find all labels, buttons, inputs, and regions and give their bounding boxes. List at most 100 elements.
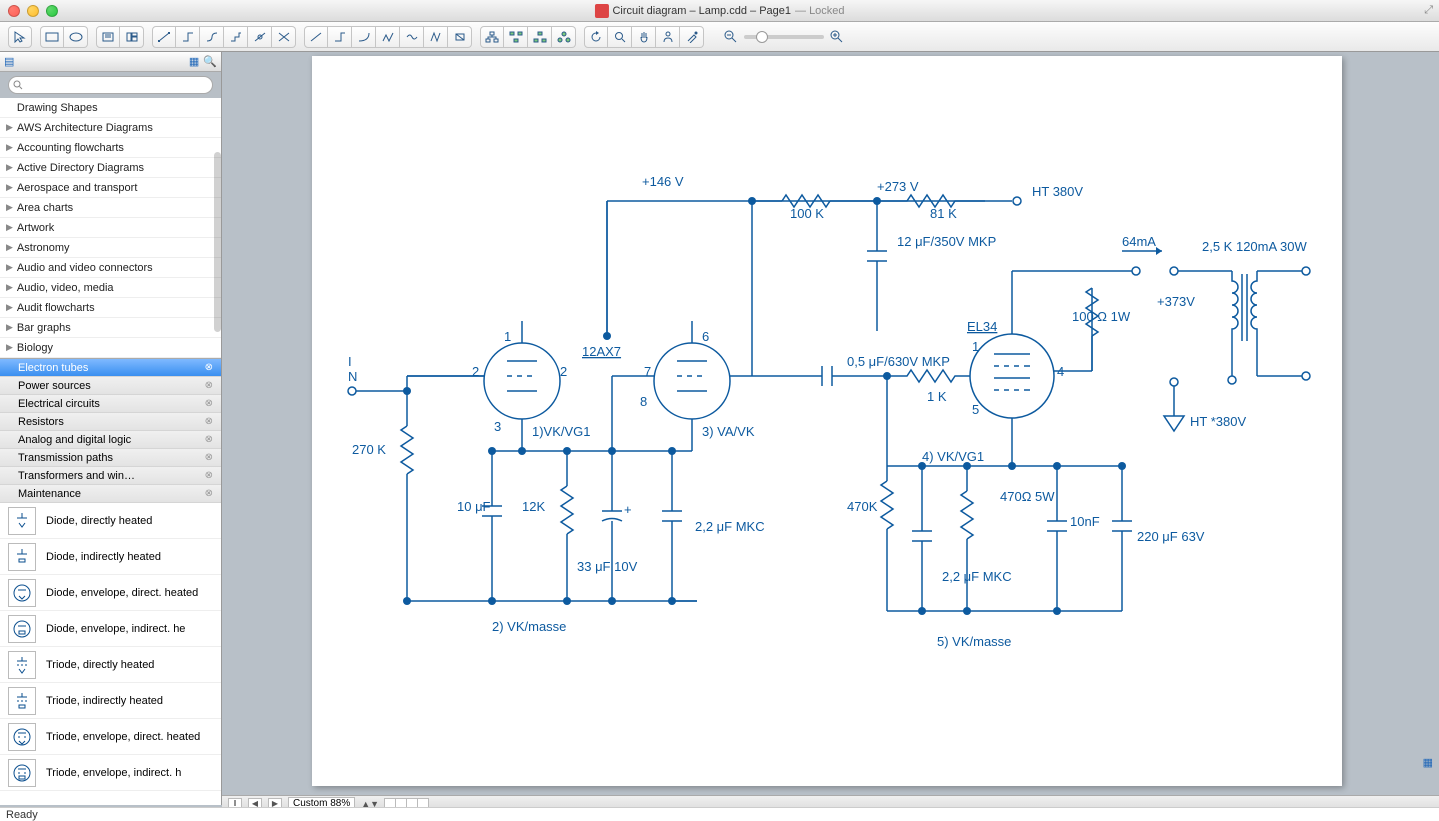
grid-tab-icon[interactable]: ▦	[189, 55, 199, 68]
category-item[interactable]: ▶Audit flowcharts	[0, 298, 221, 318]
connector-1-button[interactable]	[152, 26, 176, 48]
close-icon[interactable]: ⊗	[205, 398, 213, 409]
subcategory-item[interactable]: Analog and digital logic⊗	[0, 431, 221, 449]
refresh-button[interactable]	[584, 26, 608, 48]
category-item[interactable]: ▶Accounting flowcharts	[0, 138, 221, 158]
shape-list[interactable]: Diode, directly heated Diode, indirectly …	[0, 503, 221, 805]
svg-text:+373V: +373V	[1157, 294, 1195, 309]
category-item[interactable]: ▶Bar graphs	[0, 318, 221, 338]
svg-text:4) VK/VG1: 4) VK/VG1	[922, 449, 984, 464]
zoom-out-icon[interactable]	[724, 30, 738, 44]
scrollbar[interactable]	[214, 152, 221, 332]
connector-2-button[interactable]	[176, 26, 200, 48]
subcategory-item[interactable]: Transformers and win…⊗	[0, 467, 221, 485]
close-icon[interactable]: ⊗	[205, 434, 213, 445]
category-item[interactable]: ▶Astronomy	[0, 238, 221, 258]
tube-icon	[8, 615, 36, 643]
category-item[interactable]: ▶AWS Architecture Diagrams	[0, 118, 221, 138]
close-icon[interactable]: ⊗	[205, 416, 213, 427]
subcategory-item[interactable]: Electrical circuits⊗	[0, 395, 221, 413]
close-icon[interactable]: ⊗	[205, 362, 213, 373]
connector-6-button[interactable]	[272, 26, 296, 48]
close-window-button[interactable]	[8, 5, 20, 17]
shape-item[interactable]: Triode, envelope, indirect. h	[0, 755, 221, 791]
category-item[interactable]: ▶Active Directory Diagrams	[0, 158, 221, 178]
canvas-settings-icon[interactable]: ▦	[1423, 756, 1433, 769]
shape-item[interactable]: Triode, indirectly heated	[0, 683, 221, 719]
library-search-input[interactable]	[8, 76, 213, 94]
subcategory-item[interactable]: Transmission paths⊗	[0, 449, 221, 467]
category-item[interactable]: ▶Area charts	[0, 198, 221, 218]
line-1-button[interactable]	[304, 26, 328, 48]
tube-icon	[8, 579, 36, 607]
tree-3-button[interactable]	[528, 26, 552, 48]
subcategory-item[interactable]: Power sources⊗	[0, 377, 221, 395]
shape-item[interactable]: Diode, envelope, direct. heated	[0, 575, 221, 611]
zoom-tool-button[interactable]	[608, 26, 632, 48]
pan-tool-button[interactable]	[632, 26, 656, 48]
close-icon[interactable]: ⊗	[205, 470, 213, 481]
svg-text:2,5 K 120mA 30W: 2,5 K 120mA 30W	[1202, 239, 1308, 254]
line-7-button[interactable]	[448, 26, 472, 48]
eyedropper-tool-button[interactable]	[680, 26, 704, 48]
ellipse-tool-button[interactable]	[64, 26, 88, 48]
close-icon[interactable]: ⊗	[205, 488, 213, 499]
category-item[interactable]: ▶Aerospace and transport	[0, 178, 221, 198]
shape-label: Diode, envelope, direct. heated	[46, 587, 198, 599]
zoom-window-button[interactable]	[46, 5, 58, 17]
tree-tab-icon[interactable]: ▤	[4, 55, 14, 68]
fullscreen-icon[interactable]: ⤢	[1424, 4, 1433, 17]
shape-item[interactable]: Diode, directly heated	[0, 503, 221, 539]
zoom-slider[interactable]	[724, 30, 844, 44]
search-tab-icon[interactable]: 🔍	[203, 55, 217, 68]
line-5-button[interactable]	[400, 26, 424, 48]
drawing-page[interactable]: +	[312, 56, 1342, 786]
category-item[interactable]: ▶Audio, video, media	[0, 278, 221, 298]
close-icon[interactable]: ⊗	[205, 380, 213, 391]
tube-icon	[8, 651, 36, 679]
shape-item[interactable]: Diode, envelope, indirect. he	[0, 611, 221, 647]
line-6-button[interactable]	[424, 26, 448, 48]
category-list[interactable]: ▶Drawing Shapes▶AWS Architecture Diagram…	[0, 98, 221, 359]
subcategory-item[interactable]: Electron tubes⊗	[0, 359, 221, 377]
person-tool-button[interactable]	[656, 26, 680, 48]
subcategory-item[interactable]: Maintenance⊗	[0, 485, 221, 503]
text-tool-button[interactable]	[96, 26, 120, 48]
arrow-tool-button[interactable]	[8, 26, 32, 48]
connector-3-button[interactable]	[200, 26, 224, 48]
title-bar: Circuit diagram – Lamp.cdd – Page1 — Loc…	[0, 0, 1439, 22]
line-4-button[interactable]	[376, 26, 400, 48]
svg-text:1 K: 1 K	[927, 389, 947, 404]
line-3-button[interactable]	[352, 26, 376, 48]
connector-4-button[interactable]	[224, 26, 248, 48]
category-item[interactable]: ▶Biology	[0, 338, 221, 358]
svg-text:HT 380V: HT 380V	[1032, 184, 1083, 199]
shape-item[interactable]: Triode, envelope, direct. heated	[0, 719, 221, 755]
subcategory-item[interactable]: Resistors⊗	[0, 413, 221, 431]
shape-item[interactable]: Diode, indirectly heated	[0, 539, 221, 575]
rect-tool-button[interactable]	[40, 26, 64, 48]
close-icon[interactable]: ⊗	[205, 452, 213, 463]
shape-label: Triode, envelope, direct. heated	[46, 731, 200, 743]
layout-tool-button[interactable]	[120, 26, 144, 48]
tree-4-button[interactable]	[552, 26, 576, 48]
tube-icon	[8, 723, 36, 751]
slider-track[interactable]	[744, 35, 824, 39]
connector-5-button[interactable]	[248, 26, 272, 48]
zoom-in-icon[interactable]	[830, 30, 844, 44]
line-2-button[interactable]	[328, 26, 352, 48]
category-item[interactable]: ▶Audio and video connectors	[0, 258, 221, 278]
tree-1-button[interactable]	[480, 26, 504, 48]
shape-item[interactable]: Triode, directly heated	[0, 647, 221, 683]
shape-label: Triode, directly heated	[46, 659, 154, 671]
subcategory-list[interactable]: Electron tubes⊗Power sources⊗Electrical …	[0, 359, 221, 503]
category-item[interactable]: ▶Drawing Shapes	[0, 98, 221, 118]
shape-label: Diode, directly heated	[46, 515, 152, 527]
svg-text:3: 3	[494, 419, 501, 434]
svg-text:7: 7	[644, 364, 651, 379]
minimize-window-button[interactable]	[27, 5, 39, 17]
slider-thumb[interactable]	[756, 31, 768, 43]
canvas-area[interactable]: +	[222, 52, 1439, 797]
tree-2-button[interactable]	[504, 26, 528, 48]
category-item[interactable]: ▶Artwork	[0, 218, 221, 238]
